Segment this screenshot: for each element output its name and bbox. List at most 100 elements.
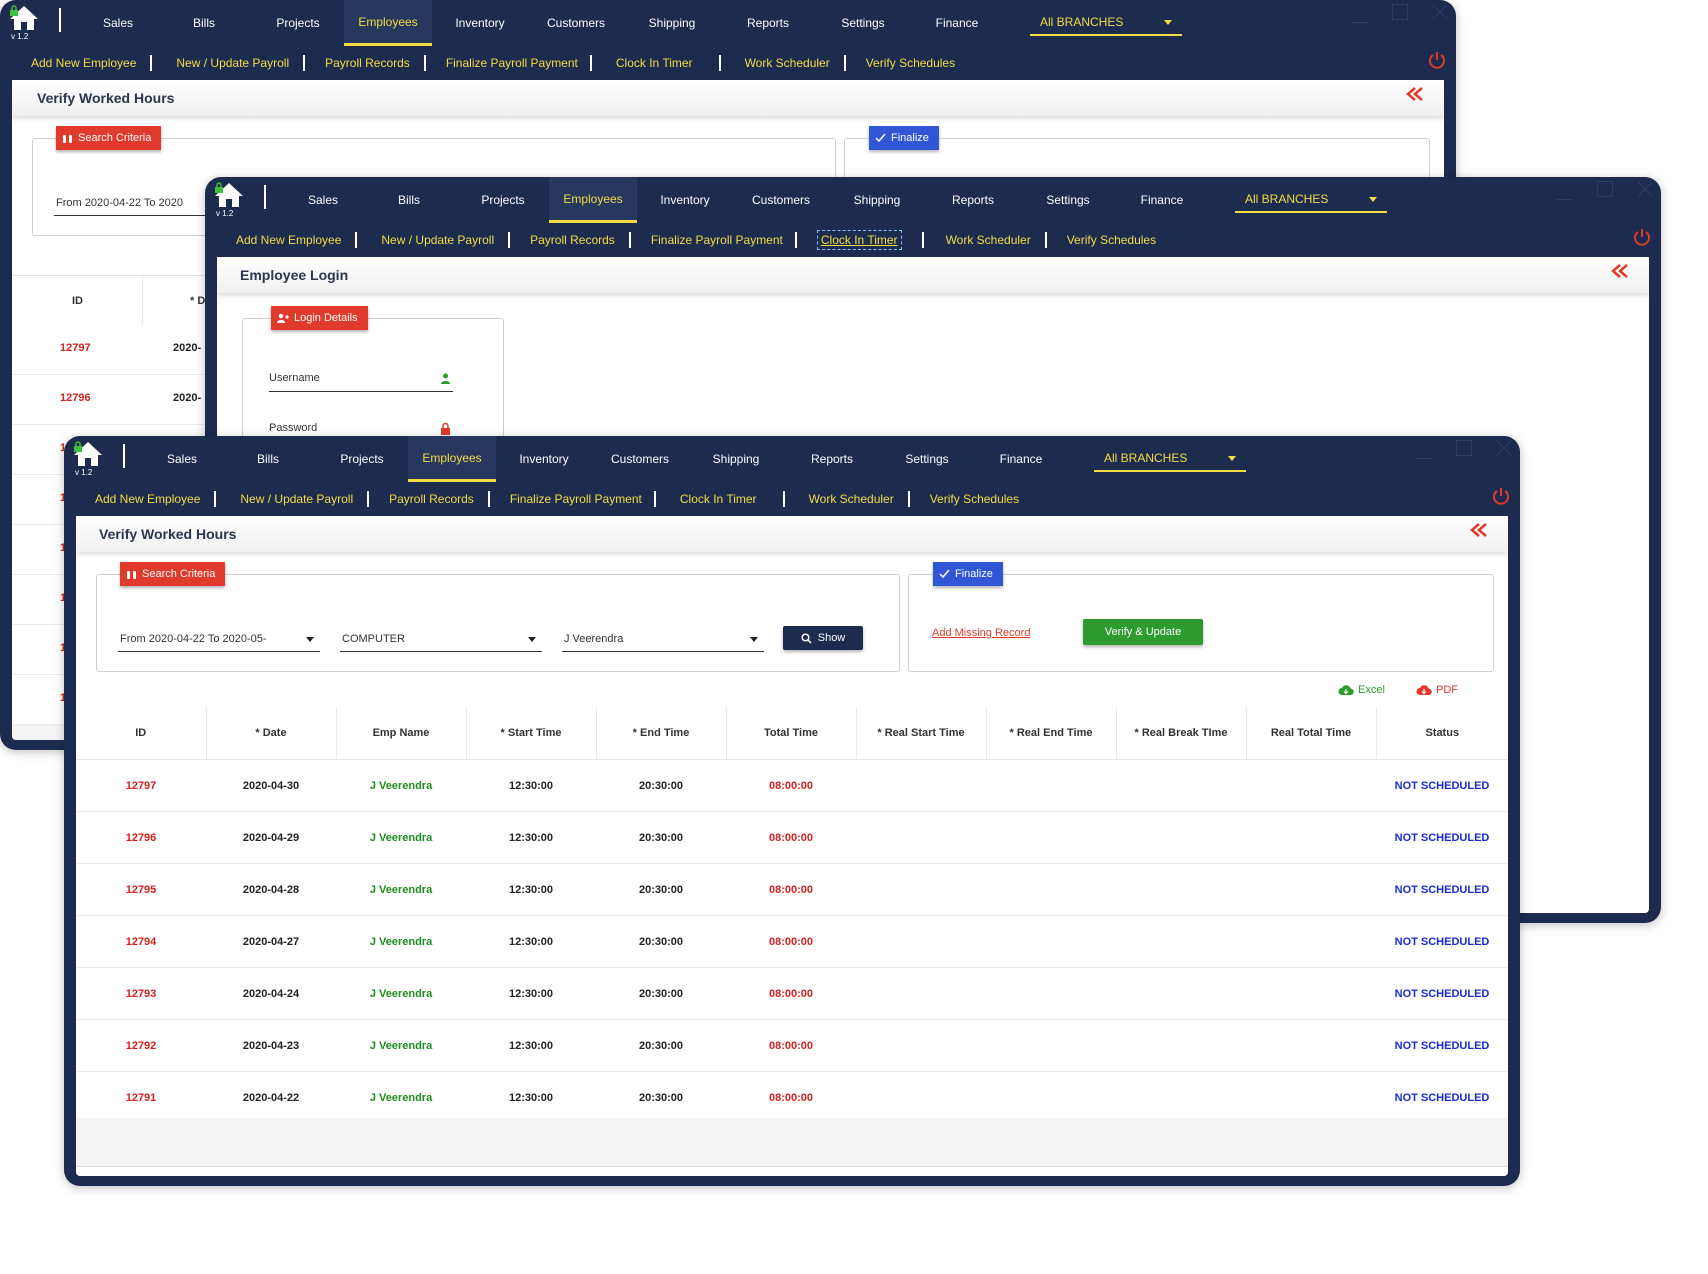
table-row[interactable]: 12795 2020-04-28 J Veerendra 12:30:00 20… — [76, 863, 1508, 916]
menu-projects[interactable]: Projects — [252, 0, 344, 46]
minimize-icon[interactable] — [1352, 22, 1368, 24]
submenu-verify-schedules[interactable]: Verify Schedules — [930, 492, 1019, 506]
home-button[interactable]: v 1.2 — [9, 5, 45, 43]
menu-sales[interactable]: Sales — [144, 436, 220, 482]
menu-inventory[interactable]: Inventory — [496, 436, 592, 482]
submenu-verify-schedules[interactable]: Verify Schedules — [866, 56, 955, 70]
menu-finance[interactable]: Finance — [910, 0, 1004, 46]
menu-customers[interactable]: Customers — [733, 177, 829, 223]
employee-select[interactable]: J Veerendra — [562, 626, 764, 652]
menu-customers[interactable]: Customers — [592, 436, 688, 482]
cell-real-break-time[interactable] — [1116, 759, 1246, 812]
menu-shipping[interactable]: Shipping — [688, 436, 784, 482]
show-button[interactable]: Show — [783, 626, 863, 650]
cell-real-end-time[interactable] — [986, 967, 1116, 1020]
cell-real-break-time[interactable] — [1116, 1071, 1246, 1124]
submenu-finalize-payroll[interactable]: Finalize Payroll Payment — [510, 492, 642, 506]
cell-real-start-time[interactable] — [856, 811, 986, 864]
column-header-start-time[interactable]: * Start Time — [466, 707, 597, 760]
close-icon[interactable] — [1496, 440, 1512, 456]
column-header-emp-name[interactable]: Emp Name — [336, 707, 467, 760]
cell-real-break-time[interactable] — [1116, 1019, 1246, 1072]
table-row[interactable]: 12793 2020-04-24 J Veerendra 12:30:00 20… — [76, 967, 1508, 1020]
menu-bills[interactable]: Bills — [361, 177, 457, 223]
menu-customers[interactable]: Customers — [528, 0, 624, 46]
menu-employees[interactable]: Employees — [344, 0, 432, 46]
column-header-id[interactable]: ID — [76, 707, 207, 760]
menu-settings[interactable]: Settings — [880, 436, 974, 482]
menu-bills[interactable]: Bills — [156, 0, 252, 46]
cell-real-start-time[interactable] — [856, 863, 986, 916]
menu-bills[interactable]: Bills — [220, 436, 316, 482]
home-button[interactable]: v 1.2 — [214, 182, 250, 220]
table-row[interactable]: 12796 2020-04-29 J Veerendra 12:30:00 20… — [76, 811, 1508, 864]
submenu-add-new-employee[interactable]: Add New Employee — [31, 56, 136, 70]
column-header-real-break-time[interactable]: * Real Break TIme — [1116, 707, 1247, 760]
minimize-icon[interactable] — [1416, 458, 1432, 460]
date-range-select[interactable]: From 2020-04-22 To 2020-05- — [118, 626, 320, 652]
back-arrow-icon[interactable] — [1406, 86, 1428, 102]
submenu-verify-schedules[interactable]: Verify Schedules — [1067, 233, 1156, 247]
submenu-payroll-records[interactable]: Payroll Records — [325, 56, 410, 70]
submenu-work-scheduler[interactable]: Work Scheduler — [809, 492, 894, 506]
table-row[interactable]: 12792 2020-04-23 J Veerendra 12:30:00 20… — [76, 1019, 1508, 1072]
department-select[interactable]: COMPUTER — [340, 626, 542, 652]
close-icon[interactable] — [1637, 181, 1653, 197]
menu-sales[interactable]: Sales — [80, 0, 156, 46]
cell-real-start-time[interactable] — [856, 915, 986, 968]
pdf-export[interactable]: PDF — [1416, 684, 1458, 696]
branch-select[interactable]: All BRANCHES — [1235, 187, 1387, 213]
close-icon[interactable] — [1432, 4, 1448, 20]
menu-finance[interactable]: Finance — [974, 436, 1068, 482]
menu-inventory[interactable]: Inventory — [637, 177, 733, 223]
menu-sales[interactable]: Sales — [285, 177, 361, 223]
submenu-update-payroll[interactable]: New / Update Payroll — [176, 56, 289, 70]
home-button[interactable]: v 1.2 — [73, 441, 109, 479]
back-arrow-icon[interactable] — [1611, 263, 1633, 279]
table-row[interactable]: 12791 2020-04-22 J Veerendra 12:30:00 20… — [76, 1071, 1508, 1124]
date-range-select[interactable]: From 2020-04-22 To 2020 — [54, 190, 214, 216]
column-header-date[interactable]: * Date — [206, 707, 337, 760]
submenu-payroll-records[interactable]: Payroll Records — [530, 233, 615, 247]
submenu-add-new-employee[interactable]: Add New Employee — [95, 492, 200, 506]
branch-select[interactable]: All BRANCHES — [1030, 10, 1182, 36]
power-icon[interactable] — [1632, 227, 1652, 247]
submenu-finalize-payroll[interactable]: Finalize Payroll Payment — [651, 233, 783, 247]
power-icon[interactable] — [1491, 486, 1511, 506]
menu-reports[interactable]: Reports — [784, 436, 880, 482]
cell-real-end-time[interactable] — [986, 1071, 1116, 1124]
cell-real-break-time[interactable] — [1116, 863, 1246, 916]
column-header-real-total-time[interactable]: Real Total Time — [1246, 707, 1377, 760]
column-header-real-start-time[interactable]: * Real Start Time — [856, 707, 987, 760]
column-header-total-time[interactable]: Total Time — [726, 707, 857, 760]
menu-reports[interactable]: Reports — [720, 0, 816, 46]
submenu-add-new-employee[interactable]: Add New Employee — [236, 233, 341, 247]
table-row[interactable]: 12794 2020-04-27 J Veerendra 12:30:00 20… — [76, 915, 1508, 968]
cell-real-end-time[interactable] — [986, 759, 1116, 812]
username-field[interactable]: Username — [269, 367, 453, 392]
menu-employees[interactable]: Employees — [549, 177, 637, 223]
cell-real-end-time[interactable] — [986, 1019, 1116, 1072]
menu-settings[interactable]: Settings — [1021, 177, 1115, 223]
menu-finance[interactable]: Finance — [1115, 177, 1209, 223]
column-header-status[interactable]: Status — [1376, 707, 1508, 760]
submenu-update-payroll[interactable]: New / Update Payroll — [240, 492, 353, 506]
excel-export[interactable]: Excel — [1338, 684, 1385, 696]
submenu-clock-in-timer[interactable]: Clock In Timer — [680, 492, 757, 506]
column-header-real-end-time[interactable]: * Real End Time — [986, 707, 1117, 760]
maximize-icon[interactable] — [1456, 440, 1472, 456]
menu-shipping[interactable]: Shipping — [829, 177, 925, 223]
cell-real-start-time[interactable] — [856, 967, 986, 1020]
submenu-work-scheduler[interactable]: Work Scheduler — [946, 233, 1031, 247]
maximize-icon[interactable] — [1597, 181, 1613, 197]
minimize-icon[interactable] — [1557, 199, 1573, 201]
menu-reports[interactable]: Reports — [925, 177, 1021, 223]
menu-shipping[interactable]: Shipping — [624, 0, 720, 46]
submenu-clock-in-timer[interactable]: Clock In Timer — [616, 56, 693, 70]
cell-real-end-time[interactable] — [986, 811, 1116, 864]
back-arrow-icon[interactable] — [1470, 522, 1492, 538]
submenu-payroll-records[interactable]: Payroll Records — [389, 492, 474, 506]
menu-settings[interactable]: Settings — [816, 0, 910, 46]
cell-real-break-time[interactable] — [1116, 915, 1246, 968]
column-header-end-time[interactable]: * End Time — [596, 707, 727, 760]
